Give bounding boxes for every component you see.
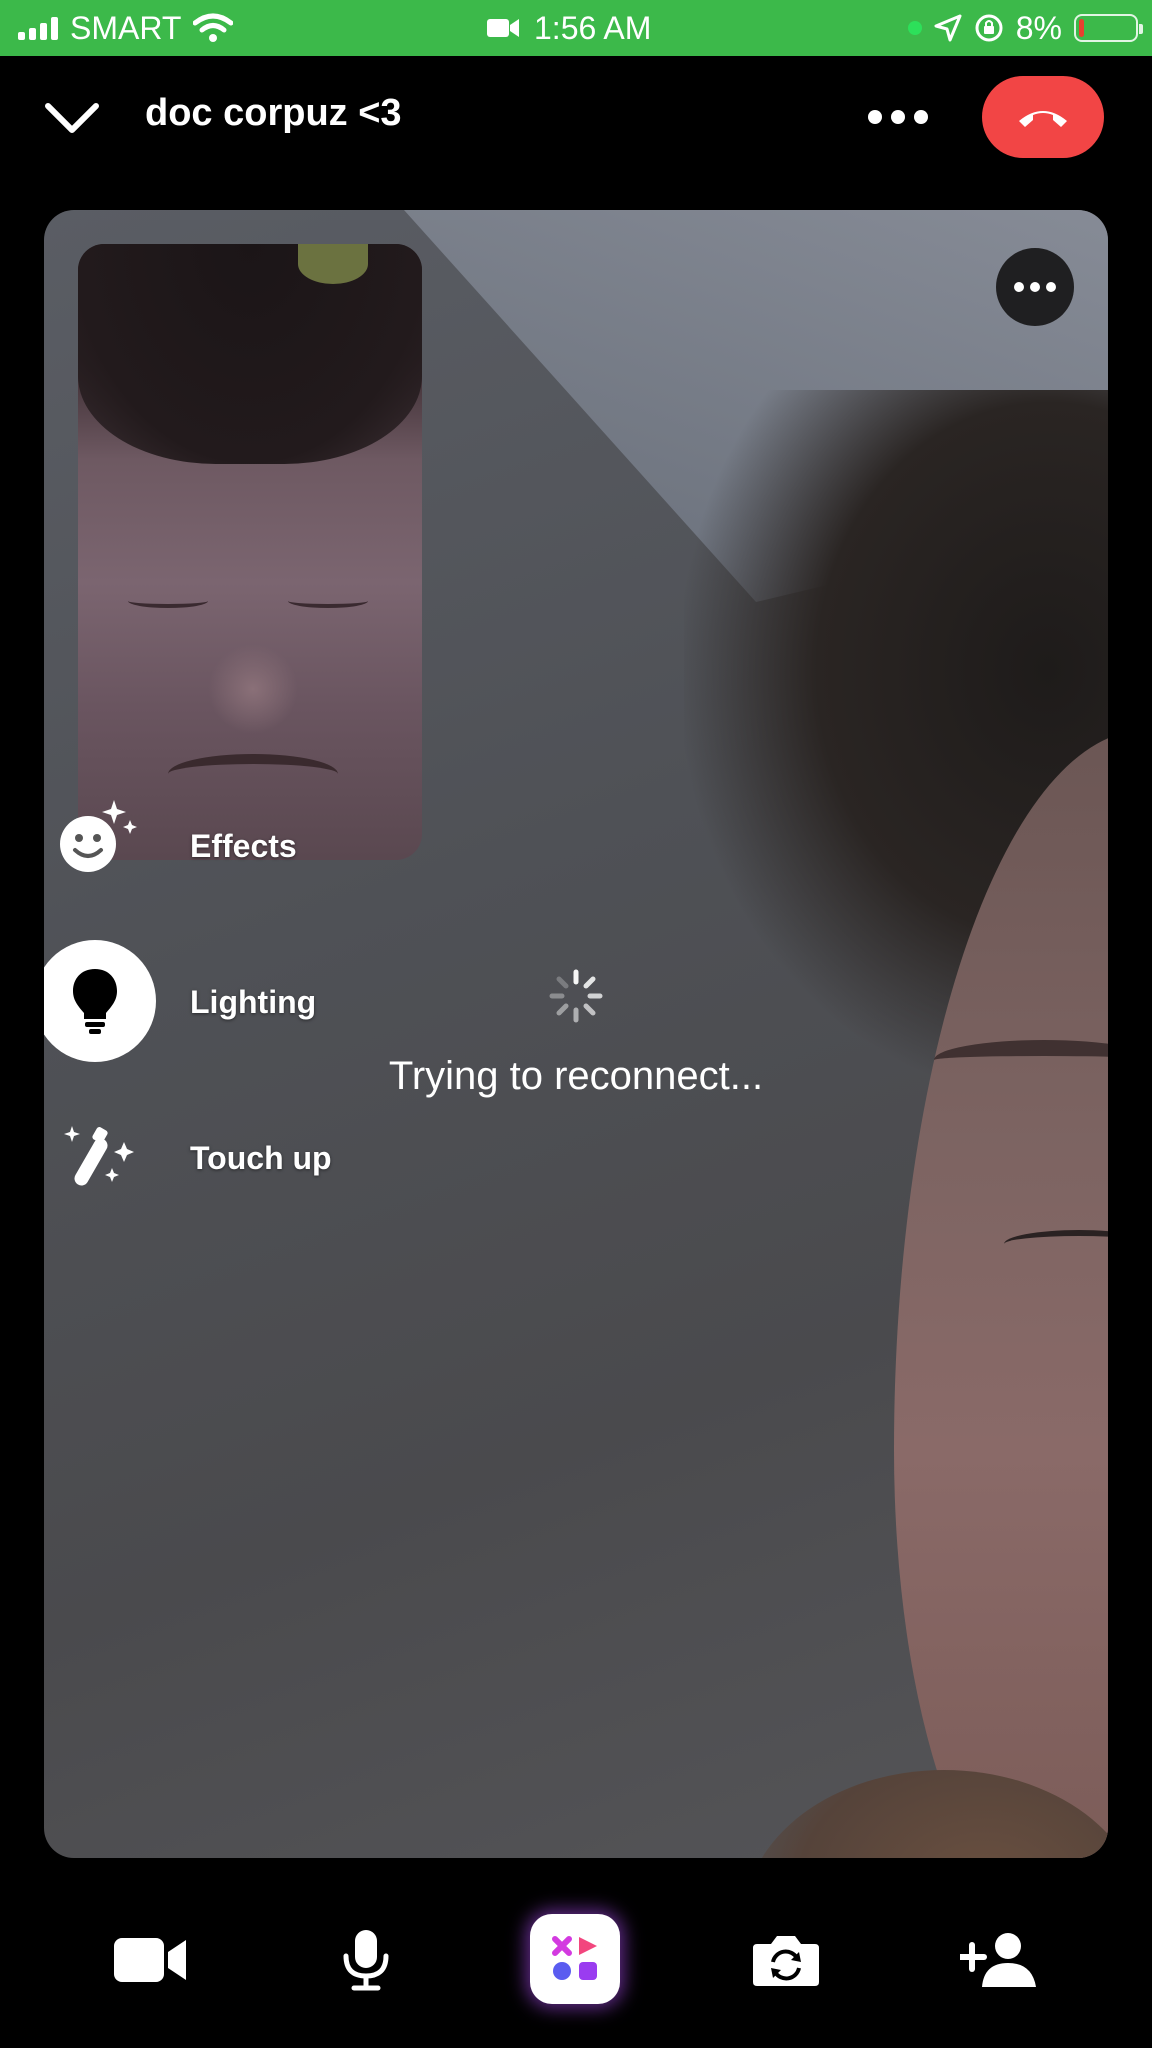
remote-video[interactable]: Effects Lighting Touch up Trying to reco… xyxy=(44,210,1108,1858)
battery-level-fill xyxy=(1079,19,1084,37)
privacy-indicator-icon xyxy=(907,21,922,35)
lighting-label[interactable]: Lighting xyxy=(190,984,316,1021)
contact-name: doc corpuz <3 xyxy=(145,92,402,134)
lighting-button[interactable] xyxy=(44,940,156,1062)
apps-icon xyxy=(552,1936,597,1980)
end-call-button[interactable] xyxy=(982,76,1104,158)
flip-camera-icon xyxy=(753,1936,819,1986)
more-icon[interactable] xyxy=(868,102,930,132)
add-person-button[interactable] xyxy=(958,1900,1042,2020)
video-call-screen: SMART 1:56 AM 8% doc corpuz <3 Effects L… xyxy=(0,0,1152,2048)
touch-up-label[interactable]: Touch up xyxy=(190,1140,332,1177)
wifi-icon xyxy=(193,13,234,42)
loading-spinner-icon xyxy=(549,969,603,1023)
lightbulb-icon xyxy=(73,969,117,1034)
camera-button[interactable] xyxy=(110,1900,190,2020)
touch-up-wand-icon[interactable] xyxy=(62,1122,138,1188)
add-person-icon xyxy=(960,1933,1036,1987)
video-camera-icon xyxy=(114,1938,186,1982)
battery-icon xyxy=(1074,14,1143,42)
signal-icon xyxy=(18,16,58,40)
status-bar: SMART 1:56 AM 8% xyxy=(0,0,1152,56)
orientation-lock-icon xyxy=(975,14,1003,42)
video-options-button[interactable] xyxy=(996,248,1074,326)
self-view-video[interactable] xyxy=(78,244,422,860)
location-icon xyxy=(934,14,962,42)
effects-icon[interactable] xyxy=(58,798,138,878)
flip-camera-button[interactable] xyxy=(748,1900,824,2020)
status-time: 1:56 AM xyxy=(534,9,652,46)
carrier-label: SMART xyxy=(70,9,182,46)
video-indicator-icon xyxy=(487,19,519,37)
chevron-down-icon[interactable] xyxy=(42,96,102,140)
end-call-icon xyxy=(1019,111,1067,127)
microphone-button[interactable] xyxy=(336,1900,396,2020)
battery-percent: 8% xyxy=(1015,9,1062,46)
reconnect-status: Trying to reconnect... xyxy=(388,1054,764,1098)
apps-button[interactable] xyxy=(530,1914,620,2004)
effects-label[interactable]: Effects xyxy=(190,828,297,865)
microphone-icon xyxy=(343,1930,389,1991)
